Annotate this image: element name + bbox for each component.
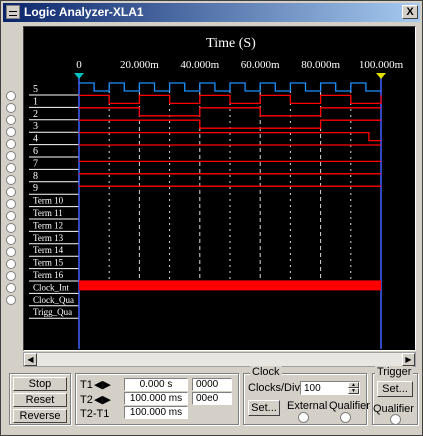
cursor-readout-group: T1 ◀▶ T2 ◀▶ T2-T1 0.000 s 100.000 ms 100…: [75, 373, 239, 425]
t2-time-field: 100.000 ms: [124, 392, 188, 405]
channel-label: Clock_Int: [33, 282, 69, 292]
channel-label: 1: [33, 96, 38, 107]
t2t1-time-field: 100.000 ms: [124, 406, 188, 419]
time-axis-title: Time (S): [206, 36, 256, 51]
channel-label: 5: [33, 84, 38, 95]
channel-label: Trigg_Qua: [33, 307, 72, 317]
title-bar[interactable]: Logic Analyzer-XLA1 X: [3, 3, 420, 22]
channel-label: Term 11: [33, 208, 63, 218]
channel-label: Term 10: [33, 196, 64, 206]
channel-connector[interactable]: [6, 151, 16, 161]
clock-qualifier-connector[interactable]: [340, 412, 351, 423]
t1-arrows-icon[interactable]: ◀▶: [94, 378, 111, 391]
t2-marker-icon: [376, 73, 386, 79]
channel-connector[interactable]: [6, 211, 16, 221]
clock-external-label: External: [287, 400, 328, 412]
trigger-set-button[interactable]: Set...: [377, 381, 413, 397]
time-tick-label: 60.000m: [241, 59, 280, 71]
channel-connector[interactable]: [6, 139, 16, 149]
clocks-div-down-icon[interactable]: ▼: [348, 388, 359, 394]
window-title: Logic Analyzer-XLA1: [24, 5, 144, 19]
channel-label: 6: [33, 146, 38, 157]
trigger-group: Trigger Set... Qualifier: [372, 366, 418, 425]
channel-label: Term 13: [33, 233, 64, 243]
time-tick-label: 80.000m: [301, 59, 340, 71]
trigger-qualifier-connector[interactable]: [390, 414, 401, 425]
channel-connector[interactable]: [6, 115, 16, 125]
t1-hex-field: 0000: [192, 378, 232, 391]
t1-marker-icon: [74, 73, 84, 79]
logic-analyzer-icon: [6, 5, 20, 19]
channel-connector[interactable]: [6, 295, 16, 305]
channel-label: 3: [33, 121, 38, 132]
reverse-button[interactable]: Reverse: [13, 409, 67, 423]
signal-trace: [79, 94, 382, 105]
channel-connector[interactable]: [6, 163, 16, 173]
channel-connector[interactable]: [6, 259, 16, 269]
horizontal-scrollbar[interactable]: ◀ ▶: [23, 352, 416, 367]
waveform-canvas: Time (S) 0 20.000m 40.000m 60.000m 80.000m 100…: [29, 36, 404, 349]
run-controls-group: Stop Reset Reverse: [9, 373, 71, 425]
channel-connector[interactable]: [6, 235, 16, 245]
channel-connector[interactable]: [6, 223, 16, 233]
clock-int-trace: [79, 280, 381, 291]
clock-qualifier-label: Qualifier: [329, 400, 370, 412]
channel-label: Term 14: [33, 245, 64, 255]
t1-label: T1: [80, 379, 93, 391]
scroll-left-icon[interactable]: ◀: [24, 353, 37, 366]
channel-connector[interactable]: [6, 91, 16, 101]
channel-connector[interactable]: [6, 247, 16, 257]
time-tick-label: 20.000m: [120, 59, 159, 71]
clock-group: Clock Clocks/Div 100 ▲ ▼ Set... External…: [243, 366, 370, 425]
clocks-div-label: Clocks/Div: [248, 382, 300, 394]
waveform-display[interactable]: Time (S) 0 20.000m 40.000m 60.000m 80.000m 100…: [23, 26, 416, 351]
time-tick-label: 0: [76, 59, 82, 71]
channel-label: Term 15: [33, 258, 64, 268]
channel-label: Clock_Qua: [33, 295, 74, 305]
t2t1-label: T2-T1: [80, 408, 110, 420]
channel-label: 2: [33, 109, 38, 120]
trigger-legend: Trigger: [375, 366, 414, 378]
channel-connector[interactable]: [6, 103, 16, 113]
reset-button[interactable]: Reset: [13, 393, 67, 407]
channel-connector[interactable]: [6, 199, 16, 209]
clock-legend: Clock: [250, 366, 282, 378]
time-tick-label: 40.000m: [180, 59, 219, 71]
time-tick-label: 100.000m: [359, 59, 404, 71]
t2-arrows-icon[interactable]: ◀▶: [94, 393, 111, 406]
channel-connector[interactable]: [6, 127, 16, 137]
channel-label: 9: [33, 183, 38, 194]
close-button[interactable]: X: [402, 5, 418, 19]
channel-connector[interactable]: [6, 271, 16, 281]
logic-analyzer-window: Logic Analyzer-XLA1 X Time (S) 0 20.000m 40…: [0, 0, 423, 436]
t1-time-field: 0.000 s: [124, 378, 188, 391]
scroll-right-icon[interactable]: ▶: [402, 353, 415, 366]
channel-connector[interactable]: [6, 175, 16, 185]
channel-label: Term 12: [33, 220, 63, 230]
clock-external-connector[interactable]: [298, 412, 309, 423]
channel-label: 8: [33, 171, 38, 182]
channel-connector[interactable]: [6, 187, 16, 197]
channel-label: 7: [33, 158, 38, 169]
channel-connector[interactable]: [6, 283, 16, 293]
channel-label: Term 16: [33, 270, 64, 280]
stop-button[interactable]: Stop: [13, 377, 67, 391]
t2-label: T2: [80, 394, 93, 406]
channel-label: 4: [33, 134, 38, 145]
clock-set-button[interactable]: Set...: [248, 400, 280, 416]
t2-hex-field: 00e0: [192, 392, 232, 405]
signal-trace: [79, 82, 381, 92]
